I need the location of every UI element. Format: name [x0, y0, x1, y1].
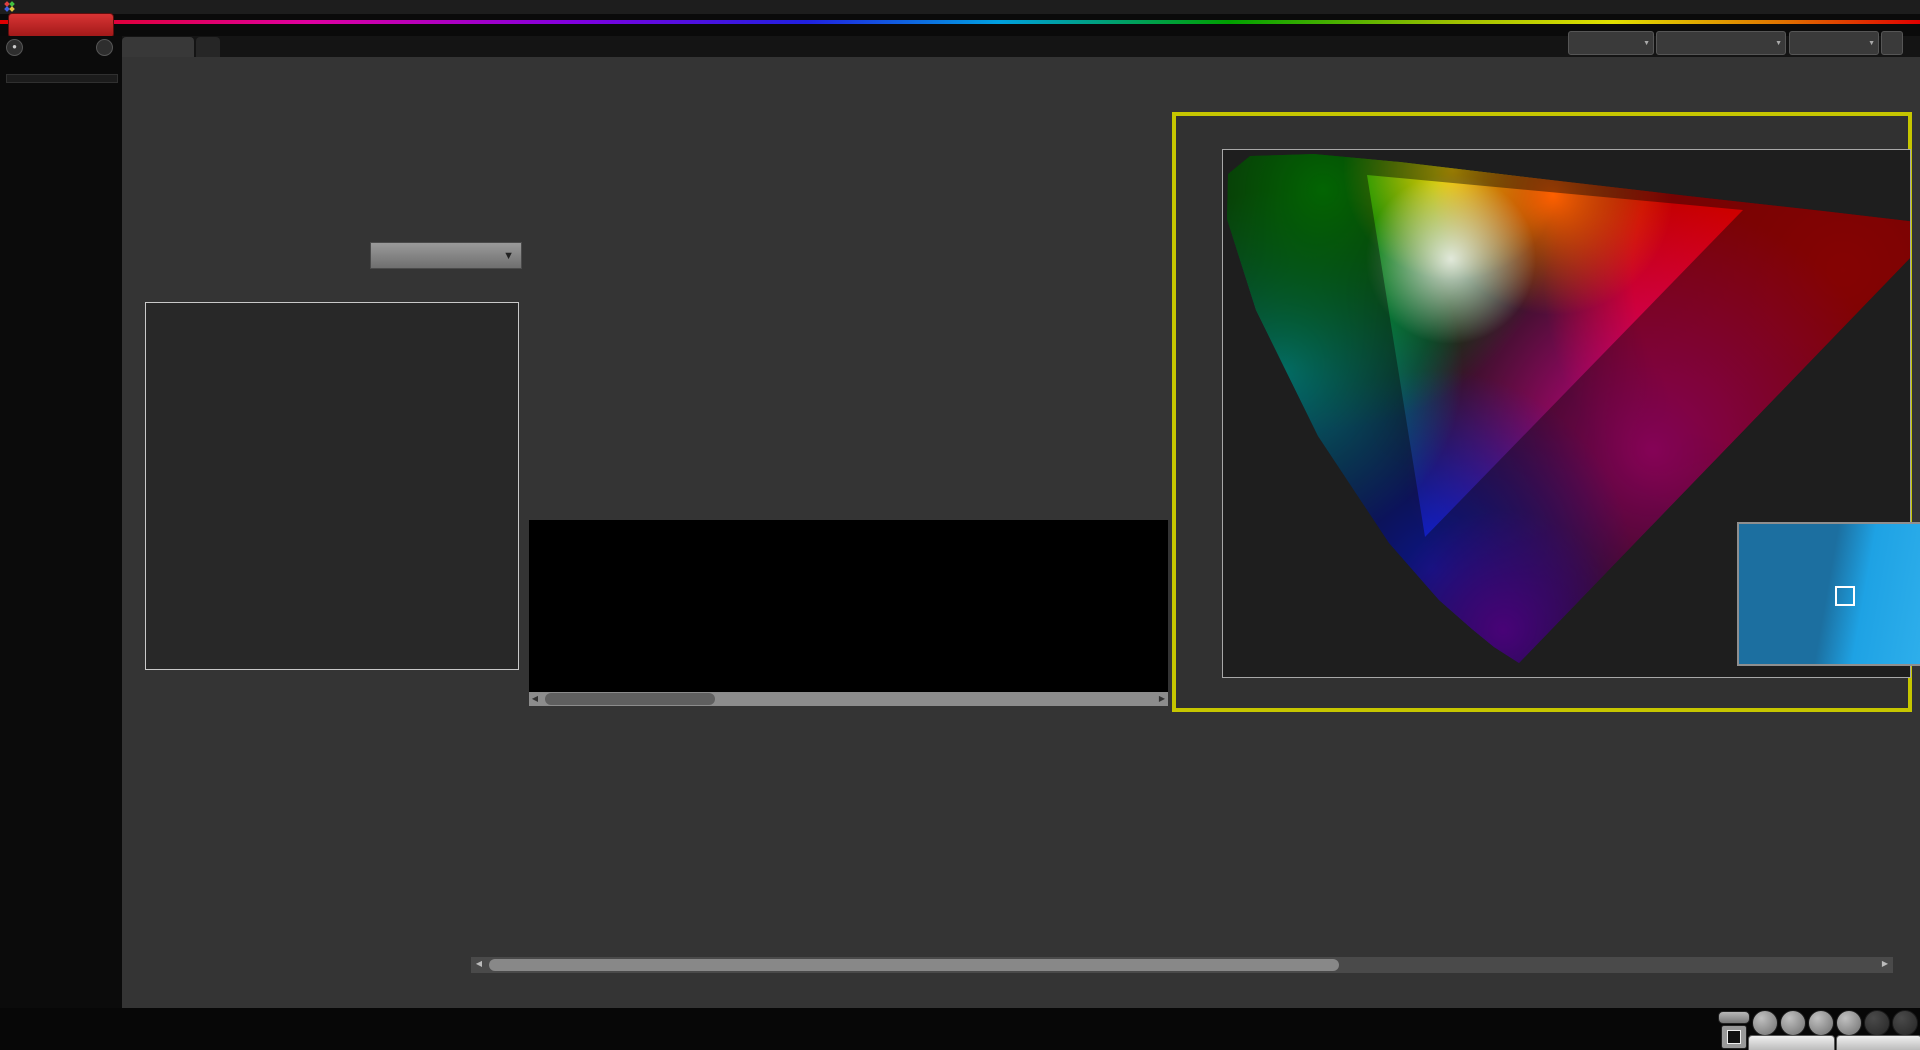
stop-icon: [1727, 1030, 1741, 1044]
settings-gear-button[interactable]: [1881, 31, 1903, 55]
record-button[interactable]: [1892, 1010, 1918, 1036]
tab-add-button[interactable]: [196, 37, 220, 57]
scroll-left-icon[interactable]: ◀: [529, 692, 541, 706]
chevron-down-icon: ▼: [503, 250, 514, 262]
stop-button[interactable]: [1752, 1010, 1778, 1036]
meter-accent-bar: [1570, 33, 1574, 53]
next-button[interactable]: [1836, 1035, 1920, 1050]
back-button[interactable]: [1748, 1035, 1835, 1050]
stop-pattern-button[interactable]: [1721, 1025, 1747, 1049]
swatch-scrollbar-thumb[interactable]: [545, 693, 715, 705]
app-logo-icon: [4, 1, 15, 12]
tab-history-1[interactable]: [122, 37, 194, 57]
display-accent-bar: [1791, 33, 1795, 53]
sidebar: ●: [0, 36, 122, 1050]
window-titlebar: [0, 0, 1920, 14]
play-button[interactable]: [1780, 1010, 1806, 1036]
scroll-right-icon[interactable]: ▶: [1156, 692, 1168, 706]
chevron-down-icon: ▼: [1775, 40, 1782, 47]
chevron-down-icon: ▼: [1868, 40, 1875, 47]
table-scrollbar[interactable]: ◀ ▶: [471, 957, 1893, 973]
display-control-button[interactable]: ▼: [1789, 31, 1879, 55]
workflow-tree: [6, 74, 118, 83]
pattern-accent-bar: [1658, 33, 1662, 53]
actual-row-label: [531, 534, 545, 604]
sidebar-collapse-button[interactable]: [96, 39, 113, 56]
close-button[interactable]: [1900, 1, 1916, 13]
strip-expand-button[interactable]: [1718, 1011, 1750, 1024]
simulated-meter-button[interactable]: ▼: [1568, 31, 1654, 55]
minimize-button[interactable]: [1860, 1, 1876, 13]
scroll-left-icon[interactable]: ◀: [473, 957, 485, 971]
table-scrollbar-thumb[interactable]: [489, 959, 1339, 971]
pattern-generator-button[interactable]: ▼: [1656, 31, 1786, 55]
chevron-down-icon: ▼: [1643, 40, 1650, 47]
scroll-right-icon[interactable]: ▶: [1879, 957, 1891, 971]
cie-chromaticity-plot: [1222, 149, 1920, 678]
swatch-viewer: [529, 520, 1168, 692]
pattern-patch-strip: [0, 1008, 1920, 1050]
calman-app-window: ▼ ▼ ▼ ● ▼ ◀ ▶ ◀ ▶: [0, 0, 1920, 1050]
tab-bar: ▼ ▼ ▼: [0, 31, 1920, 57]
cie-zoom-inset: [1737, 522, 1920, 666]
swatch-scrollbar[interactable]: ◀ ▶: [529, 692, 1168, 706]
target-row-label: [531, 598, 545, 668]
cie-1976-panel: [1172, 112, 1920, 712]
calman-menu-button[interactable]: [8, 13, 114, 38]
continuous-read-button[interactable]: [1836, 1010, 1862, 1036]
pattern-window-button[interactable]: [1808, 1010, 1834, 1036]
sidebar-pin-button[interactable]: ●: [6, 39, 23, 56]
de-formula-dropdown[interactable]: ▼: [370, 242, 522, 269]
maximize-button[interactable]: [1880, 1, 1896, 13]
deltae2000-chart: [145, 302, 519, 670]
rainbow-strip: [0, 20, 1920, 24]
loop-button[interactable]: [1864, 1010, 1890, 1036]
inset-target-square: [1834, 585, 1855, 606]
